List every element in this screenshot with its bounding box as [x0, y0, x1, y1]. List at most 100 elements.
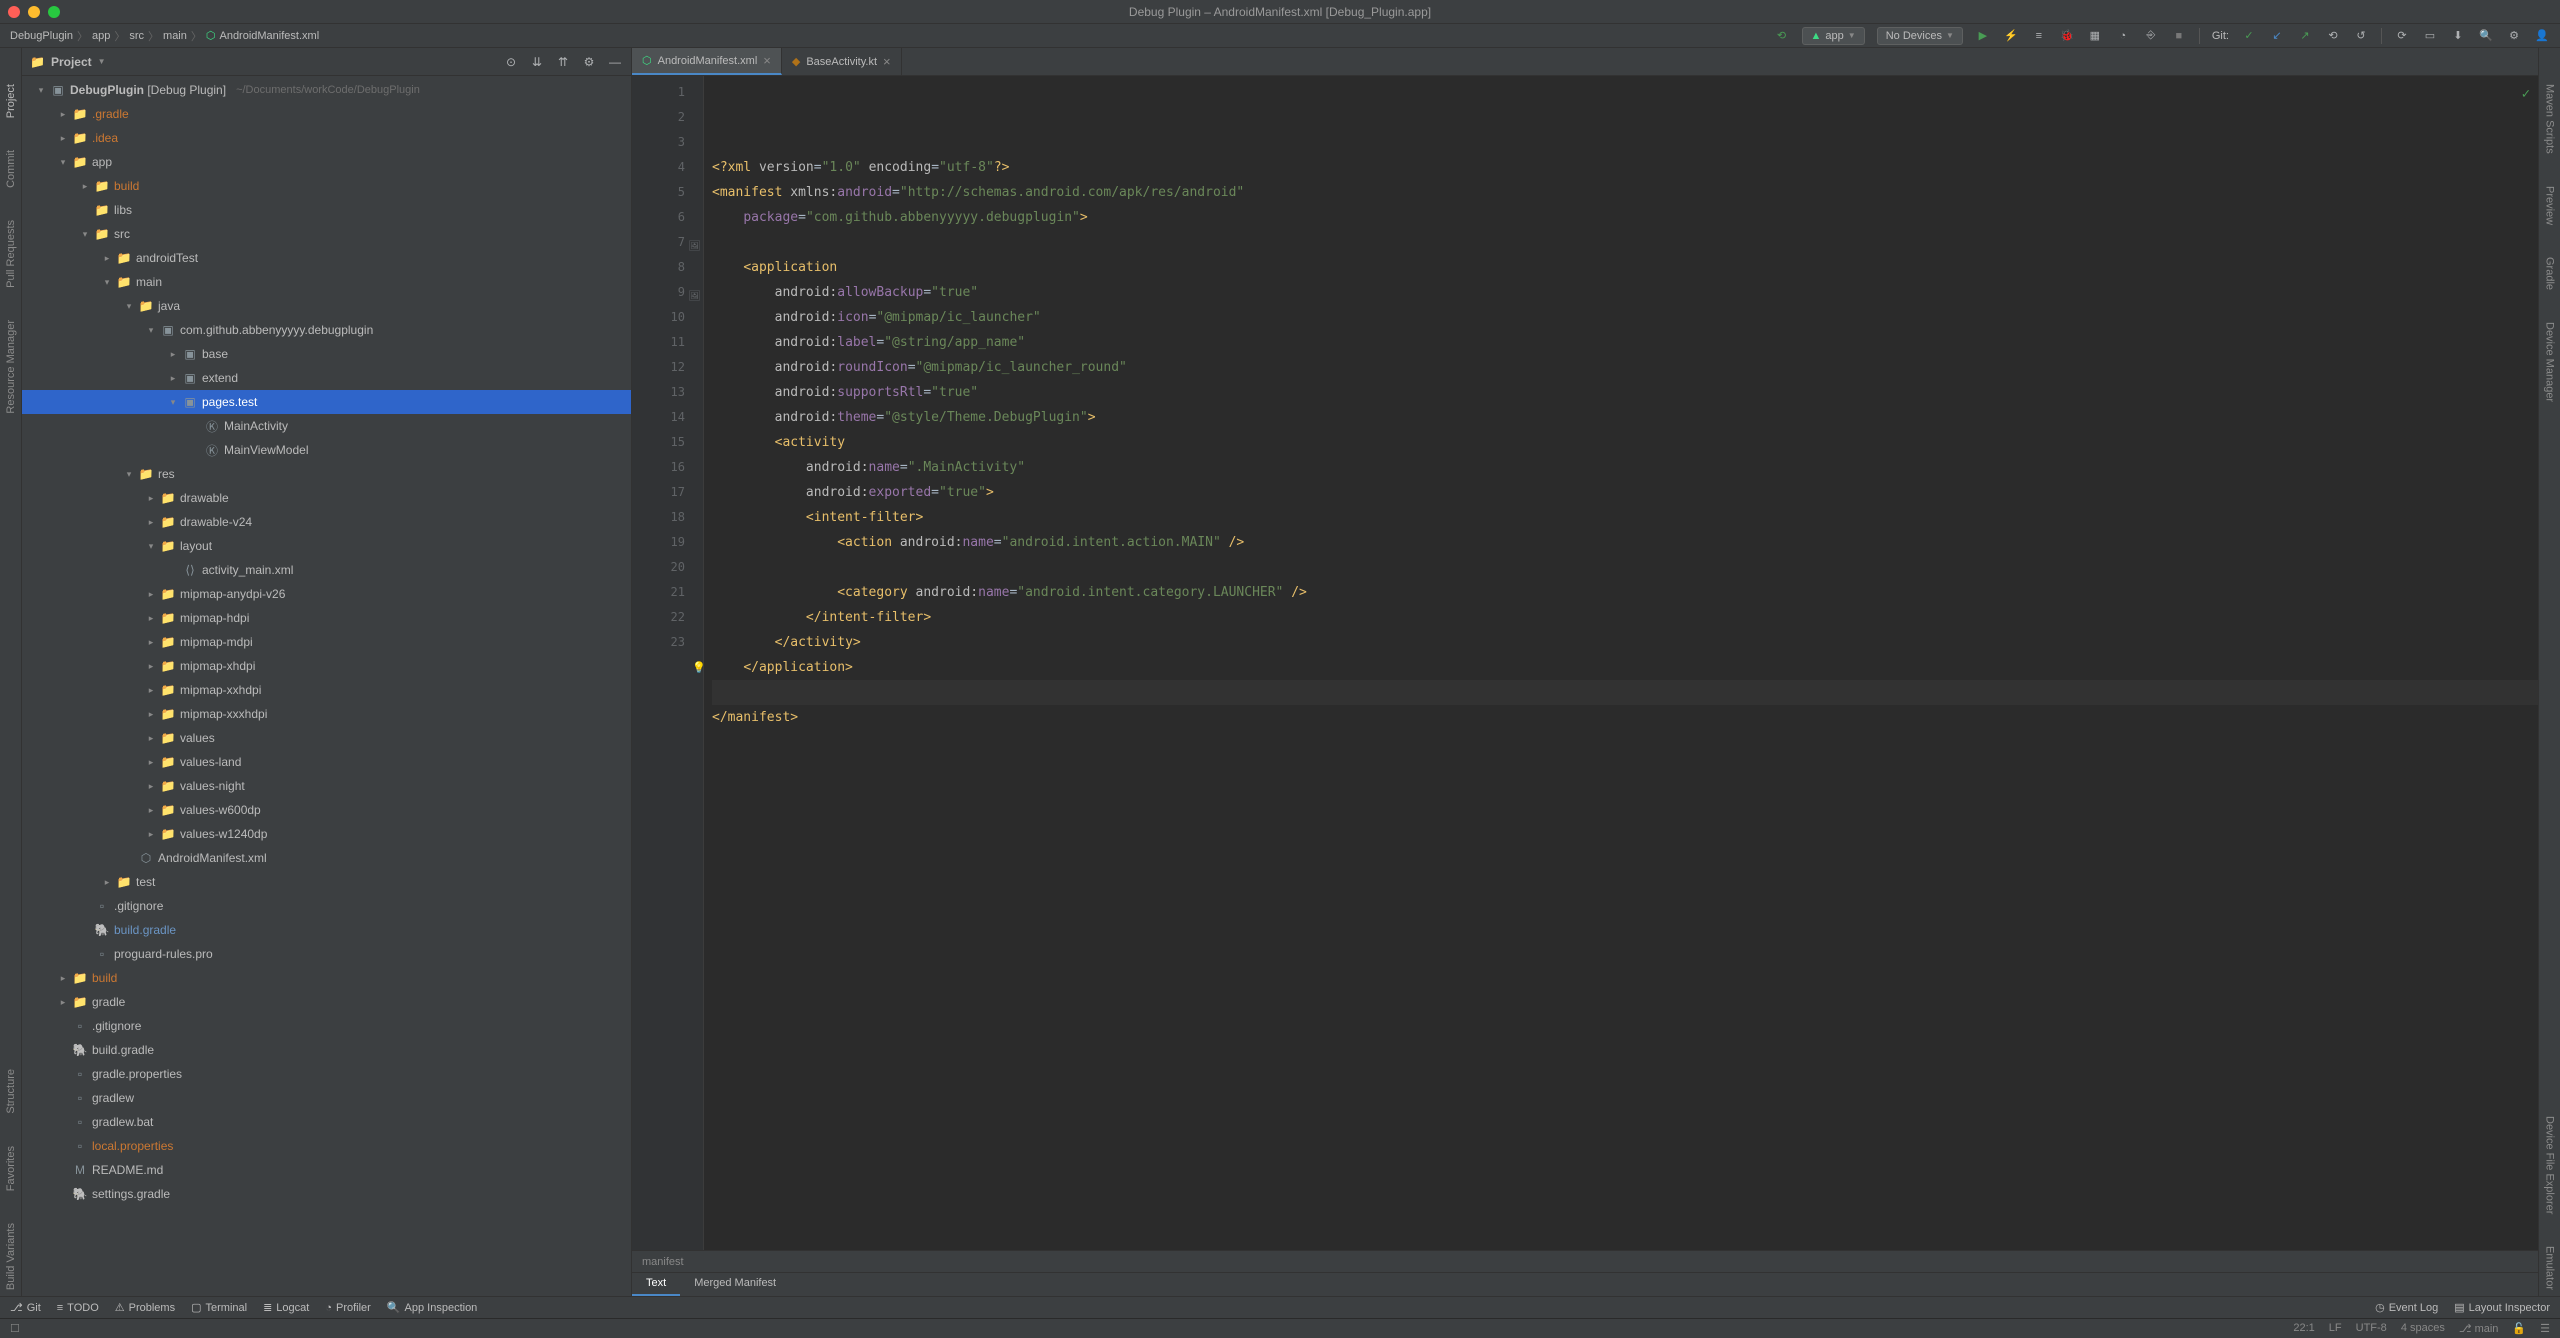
tree-item[interactable]: ▸📁mipmap-xxhdpi	[22, 678, 631, 702]
tool-build-variants[interactable]: Build Variants	[5, 1217, 17, 1296]
breadcrumb-item[interactable]: DebugPlugin	[10, 30, 73, 42]
memory-indicator[interactable]: ☰	[2540, 1322, 2550, 1335]
tree-item[interactable]: ▸📁values-night	[22, 774, 631, 798]
tree-item[interactable]: ⓀMainViewModel	[22, 438, 631, 462]
tree-item[interactable]: ▾▣com.github.abbenyyyyy.debugplugin	[22, 318, 631, 342]
tool-maven[interactable]: Maven Scripts	[2544, 78, 2556, 160]
inspection-ok-icon[interactable]: ✓	[2522, 82, 2530, 107]
apply-changes-button[interactable]: ⚡	[2003, 28, 2019, 44]
tree-item[interactable]: ▸📁mipmap-hdpi	[22, 606, 631, 630]
tree-item[interactable]: ▸📁test	[22, 870, 631, 894]
tree-item[interactable]: 🐘build.gradle	[22, 1038, 631, 1062]
tree-item[interactable]: ▾📁layout	[22, 534, 631, 558]
tree-item[interactable]: ▸📁build	[22, 174, 631, 198]
tree-item[interactable]: ▸📁build	[22, 966, 631, 990]
git-branch[interactable]: ⎇ main	[2459, 1322, 2499, 1335]
apply-code-button[interactable]: ≡	[2031, 28, 2047, 44]
breadcrumb-item[interactable]: AndroidManifest.xml	[219, 30, 319, 42]
tree-item[interactable]: MREADME.md	[22, 1158, 631, 1182]
git-push-button[interactable]: ↗	[2297, 28, 2313, 44]
tool-app-inspection[interactable]: 🔍App Inspection	[387, 1301, 477, 1314]
tree-item[interactable]: 🐘settings.gradle	[22, 1182, 631, 1206]
tool-pull-requests[interactable]: Pull Requests	[5, 214, 17, 294]
tool-device-manager[interactable]: Device Manager	[2544, 316, 2556, 408]
tree-item[interactable]: 🐘build.gradle	[22, 918, 631, 942]
run-config-selector[interactable]: ▲ app ▼	[1802, 27, 1865, 45]
git-revert-button[interactable]: ↺	[2353, 28, 2369, 44]
git-commit-button[interactable]: ✓	[2241, 28, 2257, 44]
tree-item[interactable]: ▾📁java	[22, 294, 631, 318]
tool-emulator[interactable]: Emulator	[2544, 1240, 2556, 1296]
tree-item[interactable]: ▾▣pages.test	[22, 390, 631, 414]
indent-setting[interactable]: 4 spaces	[2401, 1322, 2445, 1335]
avd-manager-button[interactable]: ▭	[2422, 28, 2438, 44]
tree-item[interactable]: ▸📁gradle	[22, 990, 631, 1014]
tool-device-file-explorer[interactable]: Device File Explorer	[2544, 1110, 2556, 1220]
breadcrumb[interactable]: DebugPlugin〉 app〉 src〉 main〉 ⬡ AndroidMa…	[10, 28, 319, 44]
editor-breadcrumb-item[interactable]: manifest	[642, 1256, 684, 1268]
tree-item[interactable]: ▫local.properties	[22, 1134, 631, 1158]
tree-item[interactable]: ▫proguard-rules.pro	[22, 942, 631, 966]
tool-preview[interactable]: Preview	[2544, 180, 2556, 231]
tree-item[interactable]: ⬡AndroidManifest.xml	[22, 846, 631, 870]
tree-item[interactable]: ▸📁values-w1240dp	[22, 822, 631, 846]
close-tab-button[interactable]: ×	[763, 53, 771, 68]
tool-commit[interactable]: Commit	[5, 144, 17, 194]
tree-item[interactable]: ▫gradle.properties	[22, 1062, 631, 1086]
tree-item[interactable]: ▸📁mipmap-xhdpi	[22, 654, 631, 678]
tool-logcat[interactable]: ≣Logcat	[263, 1301, 309, 1314]
maximize-window-button[interactable]	[48, 6, 60, 18]
debug-button[interactable]: 🐞	[2059, 28, 2075, 44]
minimize-window-button[interactable]	[28, 6, 40, 18]
select-opened-file-button[interactable]: ⊙	[503, 54, 519, 70]
build-button[interactable]: ⟲	[1774, 28, 1790, 44]
git-update-button[interactable]: ↙	[2269, 28, 2285, 44]
tree-item[interactable]: ▸📁values	[22, 726, 631, 750]
tool-todo[interactable]: ≡TODO	[57, 1301, 99, 1314]
tree-item[interactable]: ▫.gitignore	[22, 894, 631, 918]
tool-event-log[interactable]: ◷Event Log	[2375, 1301, 2438, 1314]
breadcrumb-item[interactable]: main	[163, 30, 187, 42]
tree-item[interactable]: ▾📁app	[22, 150, 631, 174]
caret-position[interactable]: 22:1	[2293, 1322, 2314, 1335]
tool-problems[interactable]: ⚠Problems	[115, 1301, 175, 1314]
code-area[interactable]: ✓ <?xml version="1.0" encoding="utf-8"?>…	[704, 76, 2538, 1250]
coverage-button[interactable]: ▦	[2087, 28, 2103, 44]
breadcrumb-item[interactable]: src	[129, 30, 144, 42]
tab-androidmanifest[interactable]: ⬡ AndroidManifest.xml ×	[632, 48, 782, 75]
tree-item[interactable]: ▾📁res	[22, 462, 631, 486]
tool-structure[interactable]: Structure	[5, 1063, 17, 1120]
run-button[interactable]: ▶	[1975, 28, 1991, 44]
tree-item[interactable]: ▸📁mipmap-mdpi	[22, 630, 631, 654]
collapse-all-button[interactable]: ⇈	[555, 54, 571, 70]
breadcrumb-item[interactable]: app	[92, 30, 110, 42]
settings-button[interactable]: ⚙	[2506, 28, 2522, 44]
tree-item[interactable]: ▸📁values-w600dp	[22, 798, 631, 822]
tree-root[interactable]: ▾ ▣ DebugPlugin [Debug Plugin] ~/Documen…	[22, 78, 631, 102]
tree-item[interactable]: ▸▣base	[22, 342, 631, 366]
editor[interactable]: 1234567🖼89🖼1011121314151617181920212223 …	[632, 76, 2538, 1250]
tool-gradle[interactable]: Gradle	[2544, 251, 2556, 296]
device-selector[interactable]: No Devices ▼	[1877, 27, 1963, 45]
tool-git[interactable]: ⎇Git	[10, 1301, 41, 1314]
tab-baseactivity[interactable]: ◆ BaseActivity.kt ×	[782, 48, 902, 75]
project-view-selector[interactable]: 📁 Project ▼	[30, 55, 106, 69]
tree-item[interactable]: ▸📁drawable-v24	[22, 510, 631, 534]
tree-item[interactable]: ▸📁androidTest	[22, 246, 631, 270]
tree-item[interactable]: ▸📁mipmap-anydpi-v26	[22, 582, 631, 606]
settings-icon[interactable]: ⚙	[581, 54, 597, 70]
close-tab-button[interactable]: ×	[883, 54, 891, 69]
file-encoding[interactable]: UTF-8	[2356, 1322, 2387, 1335]
tool-profiler[interactable]: ◔Profiler	[325, 1301, 371, 1314]
tool-layout-inspector[interactable]: ▤Layout Inspector	[2454, 1301, 2550, 1314]
tool-resource-manager[interactable]: Resource Manager	[5, 314, 17, 420]
stop-button[interactable]: ■	[2171, 28, 2187, 44]
tree-item[interactable]: ⓀMainActivity	[22, 414, 631, 438]
attach-debugger-button[interactable]: ⎆	[2143, 28, 2159, 44]
tree-item[interactable]: ▸▣extend	[22, 366, 631, 390]
tree-item[interactable]: ▸📁drawable	[22, 486, 631, 510]
tree-item[interactable]: ▸📁mipmap-xxxhdpi	[22, 702, 631, 726]
read-only-toggle[interactable]: 🔓	[2512, 1322, 2526, 1335]
tool-terminal[interactable]: ▢Terminal	[191, 1301, 247, 1314]
git-history-button[interactable]: ⟲	[2325, 28, 2341, 44]
